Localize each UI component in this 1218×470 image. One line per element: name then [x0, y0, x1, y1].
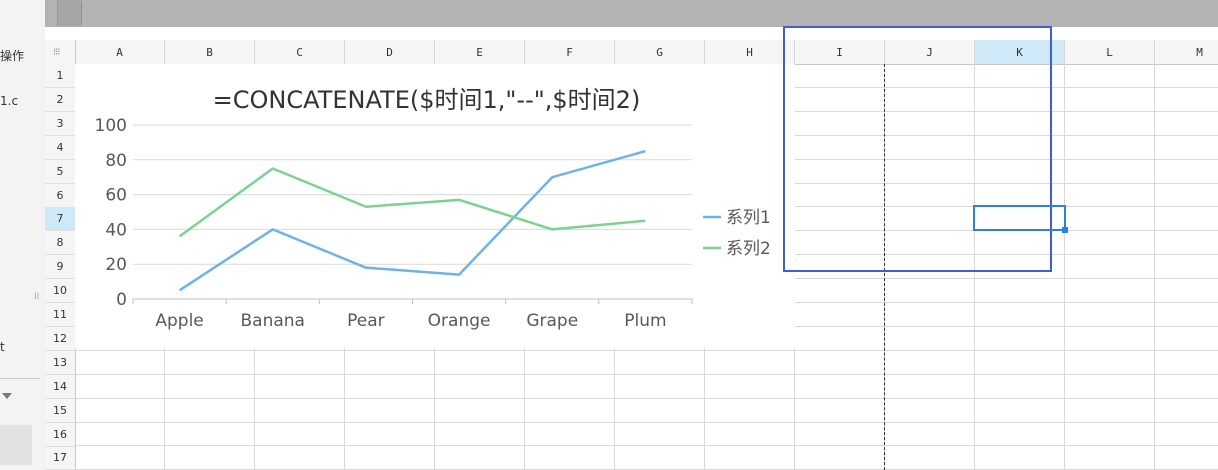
- panel-bottom-tab[interactable]: [0, 425, 32, 465]
- x-tick-label: Pear: [347, 311, 385, 331]
- legend-label-1: 系列1: [726, 208, 771, 228]
- grid-column-line: [1064, 64, 1065, 470]
- row-header-bar: 1 2 3 4 5 6 7 8 9 10 11 12 13 14 15 16 17: [45, 64, 76, 470]
- formula-bar-area: [45, 0, 1218, 27]
- y-tick-label: 60: [105, 186, 127, 206]
- series-line-1: [178, 149, 646, 292]
- x-tick-label: Plum: [624, 311, 666, 331]
- row-header-12[interactable]: 12: [45, 327, 75, 351]
- column-header-e[interactable]: E: [435, 40, 525, 64]
- column-header-g[interactable]: G: [615, 40, 705, 64]
- column-header-a[interactable]: A: [75, 40, 165, 64]
- y-tick-label: 0: [116, 290, 127, 310]
- x-tick-label: Orange: [428, 311, 491, 331]
- column-header-d[interactable]: D: [345, 40, 435, 64]
- x-tick-label: Apple: [155, 311, 203, 331]
- row-header-7[interactable]: 7: [45, 207, 75, 232]
- row-header-13[interactable]: 13: [45, 351, 75, 375]
- panel-text-fragment: 1.c: [0, 94, 19, 108]
- grid-row-line: [75, 349, 1218, 351]
- selection-range-box: [783, 26, 1052, 272]
- row-header-17[interactable]: 17: [45, 446, 75, 470]
- column-header-m[interactable]: M: [1155, 40, 1218, 64]
- column-header-b[interactable]: B: [165, 40, 255, 64]
- row-header-10[interactable]: 10: [45, 279, 75, 304]
- row-header-8[interactable]: 8: [45, 231, 75, 256]
- row-header-2[interactable]: 2: [45, 88, 75, 112]
- row-header-14[interactable]: 14: [45, 375, 75, 399]
- x-tick-label: Grape: [526, 311, 578, 331]
- y-tick-label: 80: [105, 151, 127, 171]
- panel-text-fragment: t: [0, 340, 5, 354]
- panel-resize-handle-icon[interactable]: II: [34, 292, 39, 302]
- legend-label-2: 系列2: [726, 239, 771, 259]
- series-line-2: [178, 167, 646, 238]
- grid-row-line: [75, 373, 1218, 375]
- row-header-15[interactable]: 15: [45, 399, 75, 423]
- line-chart[interactable]: =CONCATENATE($时间1,"--",$时间2) 0 20 40 60 80 100…: [75, 64, 795, 348]
- row-header-4[interactable]: 4: [45, 136, 75, 160]
- grid-row-line: [75, 397, 1218, 399]
- column-header-f[interactable]: F: [525, 40, 615, 64]
- row-header-3[interactable]: 3: [45, 112, 75, 136]
- sheet-tab-stub[interactable]: [57, 0, 82, 26]
- tab-divider: [81, 2, 82, 24]
- fill-handle[interactable]: [1062, 227, 1068, 233]
- column-header-h[interactable]: H: [705, 40, 795, 64]
- y-tick-label: 40: [105, 220, 127, 240]
- grid-row-line: [75, 421, 1218, 423]
- row-header-11[interactable]: 11: [45, 303, 75, 327]
- x-tick-label: Banana: [241, 311, 305, 331]
- row-header-16[interactable]: 16: [45, 423, 75, 447]
- chart-title: =CONCATENATE($时间1,"--",$时间2): [213, 86, 641, 114]
- column-header-c[interactable]: C: [255, 40, 345, 64]
- grid-dots-icon: ⁝⁝⁝: [53, 47, 60, 58]
- row-header-6[interactable]: 6: [45, 184, 75, 208]
- panel-divider: [0, 378, 40, 379]
- row-header-1[interactable]: 1: [45, 64, 75, 88]
- y-tick-label: 100: [95, 116, 127, 136]
- panel-text-fragment: 操作: [0, 49, 25, 63]
- grid-column-line: [1154, 64, 1155, 470]
- row-header-9[interactable]: 9: [45, 255, 75, 280]
- active-cell-k7[interactable]: [973, 205, 1066, 231]
- row-header-5[interactable]: 5: [45, 160, 75, 184]
- grid-row-line: [75, 445, 1218, 447]
- left-side-panel: 操作1.ct置 II: [0, 0, 46, 470]
- select-all-corner[interactable]: ⁝⁝⁝: [45, 40, 76, 64]
- scroll-down-icon[interactable]: [2, 393, 12, 399]
- y-tick-label: 20: [105, 255, 127, 275]
- column-header-l[interactable]: L: [1065, 40, 1155, 64]
